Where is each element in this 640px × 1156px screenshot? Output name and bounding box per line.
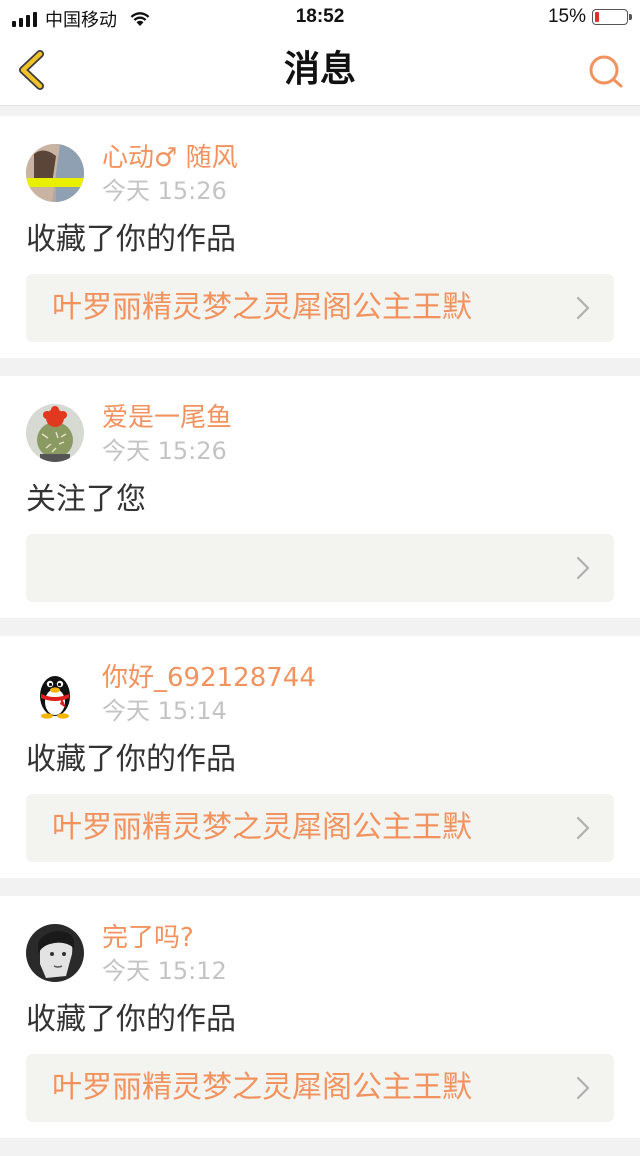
action-text: 关注了您: [26, 482, 146, 517]
message-time: 今天 15:14: [102, 697, 227, 725]
battery-percent: 15%: [547, 6, 586, 27]
username[interactable]: 完了吗?: [102, 922, 194, 954]
photo-avatar[interactable]: [26, 144, 84, 202]
penguin-avatar[interactable]: [26, 664, 84, 722]
work-title: 叶罗丽精灵梦之灵犀阁公主王默: [52, 1070, 472, 1105]
username[interactable]: 爱是一尾鱼: [102, 402, 232, 434]
search-icon[interactable]: [586, 52, 626, 92]
cactus-avatar[interactable]: [26, 404, 84, 462]
message-card[interactable]: 爱是一尾鱼 今天 15:26 关注了您: [0, 376, 640, 618]
work-title: 叶罗丽精灵梦之灵犀阁公主王默: [52, 290, 472, 325]
work-link[interactable]: 叶罗丽精灵梦之灵犀阁公主王默: [26, 794, 614, 862]
work-link[interactable]: 叶罗丽精灵梦之灵犀阁公主王默: [26, 1054, 614, 1122]
work-link[interactable]: [26, 534, 614, 602]
username[interactable]: 你好_692128744: [102, 662, 316, 694]
battery-icon: [592, 9, 632, 25]
portrait-avatar[interactable]: [26, 924, 84, 982]
message-time: 今天 15:12: [102, 957, 227, 985]
message-card[interactable]: 完了吗? 今天 15:12 收藏了你的作品 叶罗丽精灵梦之灵犀阁公主王默: [0, 896, 640, 1138]
message-time: 今天 15:26: [102, 437, 227, 465]
action-text: 收藏了你的作品: [26, 742, 236, 777]
status-right: 15%: [547, 6, 632, 28]
nav-bar: 消息: [0, 34, 640, 106]
battery-level-fill: [595, 12, 599, 22]
chevron-right-icon: [576, 816, 590, 840]
message-time: 今天 15:26: [102, 177, 227, 205]
action-text: 收藏了你的作品: [26, 222, 236, 257]
action-text: 收藏了你的作品: [26, 1002, 236, 1037]
message-list: 心动♂ 随风 今天 15:26 收藏了你的作品 叶罗丽精灵梦之灵犀阁公主王默 爱…: [0, 116, 640, 1156]
username[interactable]: 心动♂ 随风: [102, 142, 238, 174]
status-bar: 中国移动 18:52 15%: [0, 0, 640, 34]
chevron-right-icon: [576, 1076, 590, 1100]
work-link[interactable]: 叶罗丽精灵梦之灵犀阁公主王默: [26, 274, 614, 342]
message-card[interactable]: 心动♂ 随风 今天 15:26 收藏了你的作品 叶罗丽精灵梦之灵犀阁公主王默: [0, 116, 640, 358]
chevron-right-icon: [576, 556, 590, 580]
chevron-right-icon: [576, 296, 590, 320]
page-title: 消息: [283, 49, 356, 90]
status-time: 18:52: [295, 6, 345, 27]
message-card[interactable]: 你好_692128744 今天 15:14 收藏了你的作品 叶罗丽精灵梦之灵犀阁…: [0, 636, 640, 878]
work-title: 叶罗丽精灵梦之灵犀阁公主王默: [52, 810, 472, 845]
